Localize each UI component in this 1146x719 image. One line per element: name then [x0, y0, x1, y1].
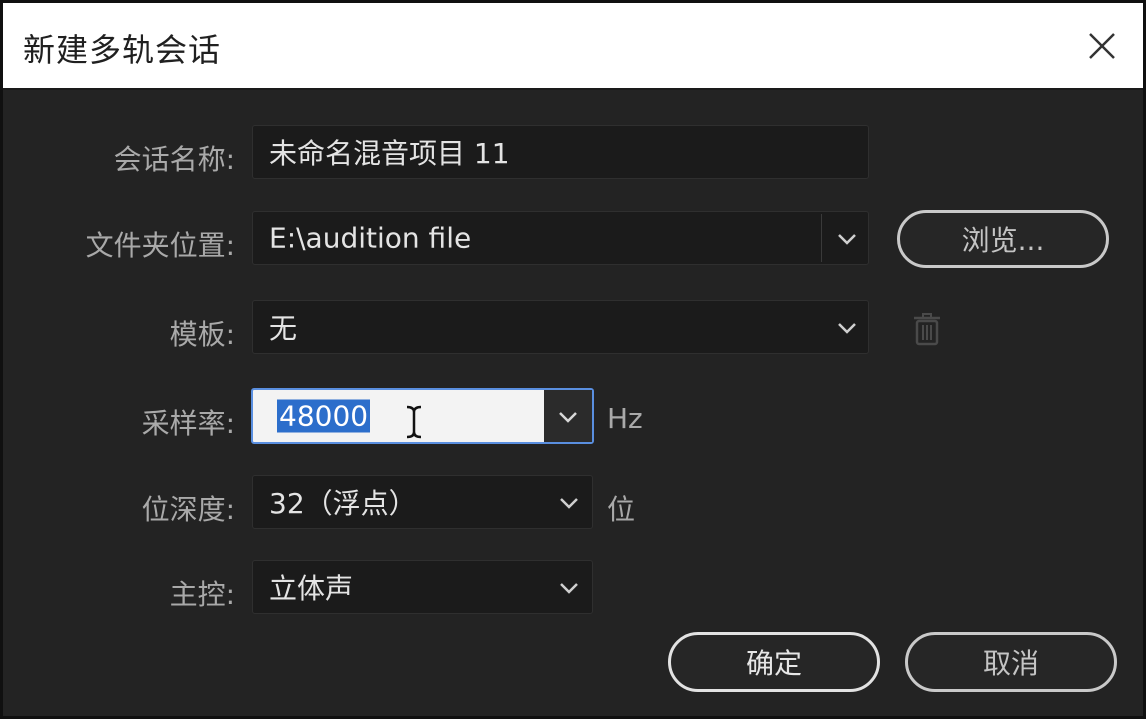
master-value: 立体声	[269, 572, 354, 605]
bit-depth-value: 32（浮点）	[269, 487, 417, 520]
sample-rate-unit: Hz	[607, 402, 643, 435]
close-icon[interactable]	[1079, 23, 1125, 69]
chevron-down-icon	[560, 583, 578, 594]
folder-location-label: 文件夹位置:	[85, 229, 235, 262]
chevron-down-icon	[560, 498, 578, 509]
dialog-title: 新建多轨会话	[23, 31, 222, 69]
master-select[interactable]: 立体声	[252, 560, 593, 614]
bit-depth-label: 位深度:	[141, 493, 235, 526]
cancel-button[interactable]: 取消	[905, 632, 1117, 692]
dialog-titlebar: 新建多轨会话	[3, 3, 1143, 90]
bit-depth-unit: 位	[607, 493, 636, 526]
master-label: 主控:	[169, 578, 235, 611]
template-label: 模板:	[169, 318, 235, 351]
folder-location-select[interactable]: E:\audition file	[252, 211, 869, 265]
session-name-value: 未命名混音项目 11	[269, 137, 510, 170]
session-name-label: 会话名称:	[113, 143, 235, 176]
template-select[interactable]: 无	[252, 300, 869, 354]
trash-icon[interactable]	[911, 312, 943, 346]
ok-button[interactable]: 确定	[668, 632, 880, 692]
bit-depth-select[interactable]: 32（浮点）	[252, 475, 593, 529]
session-name-input[interactable]: 未命名混音项目 11	[252, 125, 869, 179]
template-value: 无	[269, 312, 298, 345]
chevron-down-icon	[838, 323, 856, 334]
sample-rate-dropdown-button[interactable]	[544, 390, 592, 442]
new-multitrack-session-dialog: 新建多轨会话 会话名称: 未命名混音项目 11 文件夹位置: E:\auditi…	[0, 0, 1146, 719]
chevron-down-icon	[559, 412, 577, 423]
browse-button[interactable]: 浏览...	[897, 210, 1109, 268]
text-cursor-icon	[406, 405, 422, 439]
sample-rate-value: 48000	[277, 399, 371, 433]
sample-rate-combobox[interactable]: 48000	[251, 388, 594, 444]
folder-location-value: E:\audition file	[269, 221, 472, 255]
chevron-down-icon[interactable]	[835, 232, 859, 246]
sample-rate-label: 采样率:	[141, 407, 235, 440]
dropdown-separator	[821, 214, 822, 262]
